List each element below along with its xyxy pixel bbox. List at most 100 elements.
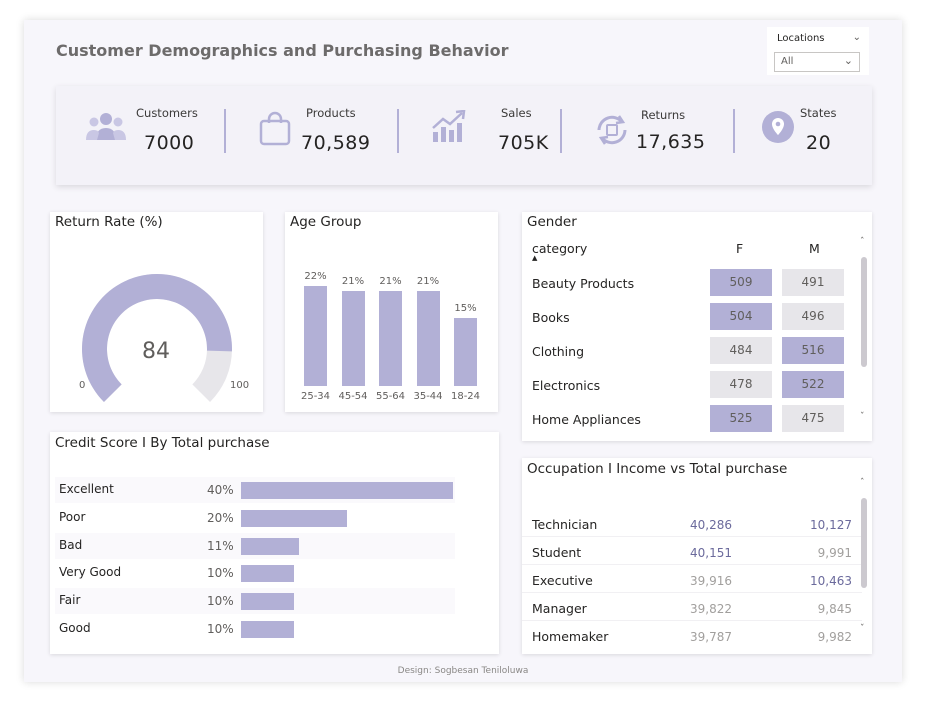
occupation-name: Executive (532, 573, 593, 588)
credit-category-label: Poor (59, 509, 86, 524)
occupation-income: 40,151 (690, 546, 732, 560)
gender-cell-f[interactable]: 484 (710, 337, 772, 364)
kpi-label: Products (306, 106, 356, 120)
locations-slicer[interactable]: Locations ⌄ All ⌄ (767, 27, 869, 75)
kpi-value: 705K (498, 132, 549, 154)
divider (560, 109, 562, 153)
age-category-label: 35-44 (413, 391, 443, 402)
column-header-m[interactable]: M (809, 241, 820, 256)
occupation-name: Technician (532, 517, 598, 532)
credit-category-label: Very Good (59, 565, 122, 580)
kpi-sales: Sales 705K (421, 86, 591, 185)
dashboard-page: Customer Demographics and Purchasing Beh… (24, 20, 902, 682)
card-title: Gender (527, 214, 577, 230)
scroll-down-icon[interactable]: ˇ (860, 412, 865, 422)
chevron-down-icon[interactable]: ⌄ (853, 32, 861, 43)
age-bar[interactable] (304, 286, 327, 386)
age-data-label: 21% (416, 275, 440, 287)
gender-cell-f[interactable]: 504 (710, 303, 772, 330)
sort-ascending-icon: ▲ (532, 254, 538, 262)
age-bar[interactable] (341, 290, 365, 386)
kpi-label: States (800, 106, 837, 120)
gauge-value: 84 (142, 339, 170, 364)
occupation-income: 40,286 (690, 518, 732, 532)
credit-score-card: Credit Score I By Total purchase Excelle… (50, 432, 499, 654)
scroll-up-icon[interactable]: ˆ (860, 478, 865, 488)
occupation-row[interactable]: Technician 40,286 10,127 (522, 509, 862, 537)
occupation-row[interactable]: Homemaker 39,787 9,982 (522, 621, 862, 649)
gender-cell-f[interactable]: 509 (710, 269, 772, 296)
gauge-max: 100 (230, 380, 250, 391)
scroll-up-icon[interactable]: ˆ (860, 237, 865, 247)
slicer-label: Locations (777, 33, 825, 44)
chevron-down-icon: ⌄ (843, 54, 853, 67)
kpi-value: 70,589 (301, 132, 371, 154)
footer-credit: Design: Sogbesan Teniloluwa (397, 666, 529, 676)
kpi-customers: Customers 7000 (56, 86, 251, 185)
credit-row[interactable]: Fair 10% (55, 588, 455, 615)
occupation-income: 39,916 (690, 574, 732, 588)
gender-cell-m[interactable]: 496 (782, 303, 844, 330)
age-data-label: 15% (454, 302, 477, 314)
credit-row[interactable]: Very Good 10% (55, 560, 455, 586)
locations-dropdown[interactable]: All ⌄ (774, 52, 860, 72)
gender-cell-m[interactable]: 516 (782, 337, 844, 364)
column-header-f[interactable]: F (736, 241, 743, 256)
age-data-label: 21% (341, 275, 365, 287)
occupation-name: Homemaker (532, 629, 609, 644)
divider (733, 109, 735, 153)
credit-category-label: Good (59, 621, 91, 635)
credit-bar[interactable] (241, 509, 347, 527)
credit-category-label: Fair (59, 593, 81, 608)
credit-row[interactable]: Poor 20% (55, 505, 455, 531)
age-bar[interactable] (454, 317, 477, 386)
kpi-states: States 20 (756, 86, 872, 185)
credit-bar[interactable] (241, 537, 300, 555)
column-header-category[interactable]: category (532, 241, 587, 256)
age-category-label: 45-54 (338, 391, 368, 402)
occupation-row[interactable]: Manager 39,822 9,845 (522, 593, 862, 621)
credit-bar[interactable] (241, 621, 294, 638)
gender-row-category: Beauty Products (532, 276, 635, 291)
gender-row-category: Electronics (532, 378, 601, 393)
credit-percent-label: 10% (207, 594, 234, 609)
credit-bar[interactable] (241, 593, 294, 611)
credit-bar[interactable] (241, 482, 453, 499)
gender-cell-f[interactable]: 478 (710, 371, 772, 398)
age-bar[interactable] (379, 290, 402, 386)
occupation-row[interactable]: Executive 39,916 10,463 (522, 565, 862, 593)
return-rate-card: Return Rate (%) 84 0 100 (50, 212, 263, 412)
growth-chart-icon (432, 110, 466, 142)
divider (224, 109, 226, 153)
scrollbar[interactable] (861, 498, 867, 588)
age-category-label: 55-64 (375, 391, 406, 402)
kpi-value: 17,635 (636, 131, 706, 153)
gender-cell-f[interactable]: 525 (710, 405, 772, 432)
card-title: Occupation I Income vs Total purchase (527, 461, 788, 477)
credit-percent-label: 40% (207, 483, 234, 497)
kpi-label: Returns (641, 108, 686, 122)
occupation-total-purchase: 9,982 (817, 630, 852, 644)
age-bar[interactable] (416, 290, 440, 386)
occupation-total-purchase: 9,991 (817, 546, 852, 560)
occupation-total-purchase: 9,845 (817, 602, 852, 616)
occupation-row[interactable]: Student 40,151 9,991 (522, 537, 862, 565)
occupation-income: 39,787 (690, 630, 732, 644)
occupation-total-purchase: 10,463 (810, 574, 852, 588)
credit-row[interactable]: Excellent 40% (55, 477, 455, 503)
credit-row[interactable]: Bad 11% (55, 532, 455, 559)
occupation-income: 39,822 (690, 602, 732, 616)
gender-cell-m[interactable]: 522 (782, 371, 844, 398)
credit-bar[interactable] (241, 565, 294, 583)
gender-cell-m[interactable]: 491 (782, 269, 844, 296)
kpi-value: 7000 (144, 132, 195, 154)
gender-cell-m[interactable]: 475 (782, 405, 844, 432)
kpi-returns: Returns 17,635 (591, 86, 761, 185)
scrollbar[interactable] (861, 257, 867, 367)
kpi-label: Customers (136, 106, 198, 120)
scroll-down-icon[interactable]: ˇ (860, 624, 865, 634)
credit-row[interactable]: Good 10% (55, 616, 455, 642)
age-data-label: 22% (304, 271, 327, 282)
shopping-bag-icon (259, 111, 291, 146)
gauge-min: 0 (79, 380, 86, 391)
